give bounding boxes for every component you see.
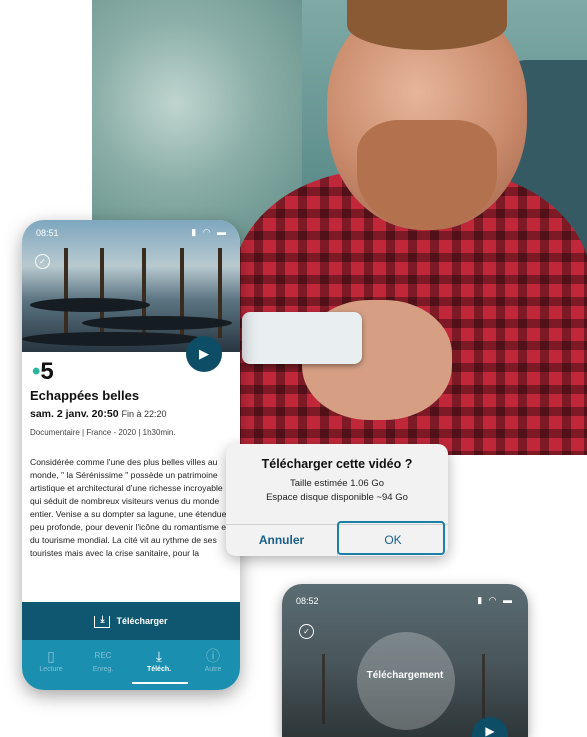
check-icon[interactable]: ✓ — [299, 624, 314, 639]
play-button[interactable]: ▶ — [472, 717, 508, 737]
tab-telech[interactable]: ⤓ Téléch. — [134, 646, 184, 673]
phone-icon: ▯ — [47, 648, 55, 664]
held-smartphone — [242, 312, 362, 364]
dialog-title: Télécharger cette vidéo ? — [261, 457, 413, 471]
check-icon[interactable]: ✓ — [35, 254, 50, 269]
tab-label: Lecture — [39, 666, 63, 673]
status-time: 08:52 — [296, 596, 319, 606]
mooring-pole — [64, 248, 68, 338]
tab-label: Autre — [204, 666, 222, 673]
program-description: Considérée comme l'une des plus belles v… — [30, 457, 229, 558]
tab-enreg[interactable]: REC Enreg. — [78, 646, 128, 673]
status-time: 08:51 — [36, 228, 59, 238]
cancel-button[interactable]: Annuler — [226, 524, 337, 556]
mooring-pole — [482, 654, 485, 724]
program-meta: Documentaire | France - 2020 | 1h30min. — [30, 428, 176, 437]
download-icon: ⤓ — [155, 648, 163, 664]
tab-bar: ▯ Lecture REC Enreg. ⤓ Téléch. ⓘ Autre — [22, 640, 240, 690]
download-icon: ⤓ — [94, 614, 111, 628]
tab-lecture[interactable]: ▯ Lecture — [26, 646, 76, 673]
ok-highlight-frame — [337, 521, 445, 555]
info-icon: ⓘ — [206, 648, 220, 664]
status-icons: ▮ ◠ ▬ — [477, 595, 514, 605]
download-button[interactable]: ⤓ Télécharger — [22, 602, 240, 640]
program-start: sam. 2 janv. 20:50 — [30, 408, 119, 420]
dialog-space-line: Espace disque disponible ~94 Go — [266, 492, 408, 503]
program-end: Fin à 22:20 — [121, 409, 167, 419]
man-hair — [347, 0, 507, 50]
tab-label: Enreg. — [92, 666, 114, 673]
phone-secondary: 08:52 ▮ ◠ ▬ ✓ Téléchargement ▶ — [282, 584, 528, 737]
mooring-pole — [322, 654, 325, 724]
download-label: Télécharger — [116, 616, 168, 626]
status-icons: ▮ ◠ ▬ — [191, 227, 228, 237]
man-beard — [357, 120, 497, 230]
channel-number-value: 5 — [40, 358, 54, 385]
gondola — [30, 298, 150, 312]
phone-main: ✓ 08:51 ▮ ◠ ▬ ▶ •5 Echappées belles sam.… — [22, 220, 240, 690]
active-tab-indicator — [132, 682, 188, 684]
downloading-label: Téléchargement — [366, 670, 444, 681]
gondola — [22, 332, 202, 346]
download-progress-circle — [357, 632, 455, 730]
play-button[interactable]: ▶ — [186, 336, 222, 372]
play-icon: ▶ — [199, 346, 209, 361]
program-title: Echappées belles — [30, 388, 140, 403]
rec-icon: REC — [94, 651, 112, 660]
tab-autre[interactable]: ⓘ Autre — [188, 646, 238, 673]
play-icon: ▶ — [485, 724, 495, 737]
status-bar: 08:51 ▮ ◠ ▬ — [22, 220, 240, 244]
program-date: sam. 2 janv. 20:50 Fin à 22:20 — [30, 408, 166, 420]
gondola — [82, 316, 232, 330]
dialog-size-line: Taille estimée 1.06 Go — [290, 478, 384, 489]
tab-label: Téléch. — [146, 666, 172, 673]
channel-number: •5 — [32, 358, 54, 386]
